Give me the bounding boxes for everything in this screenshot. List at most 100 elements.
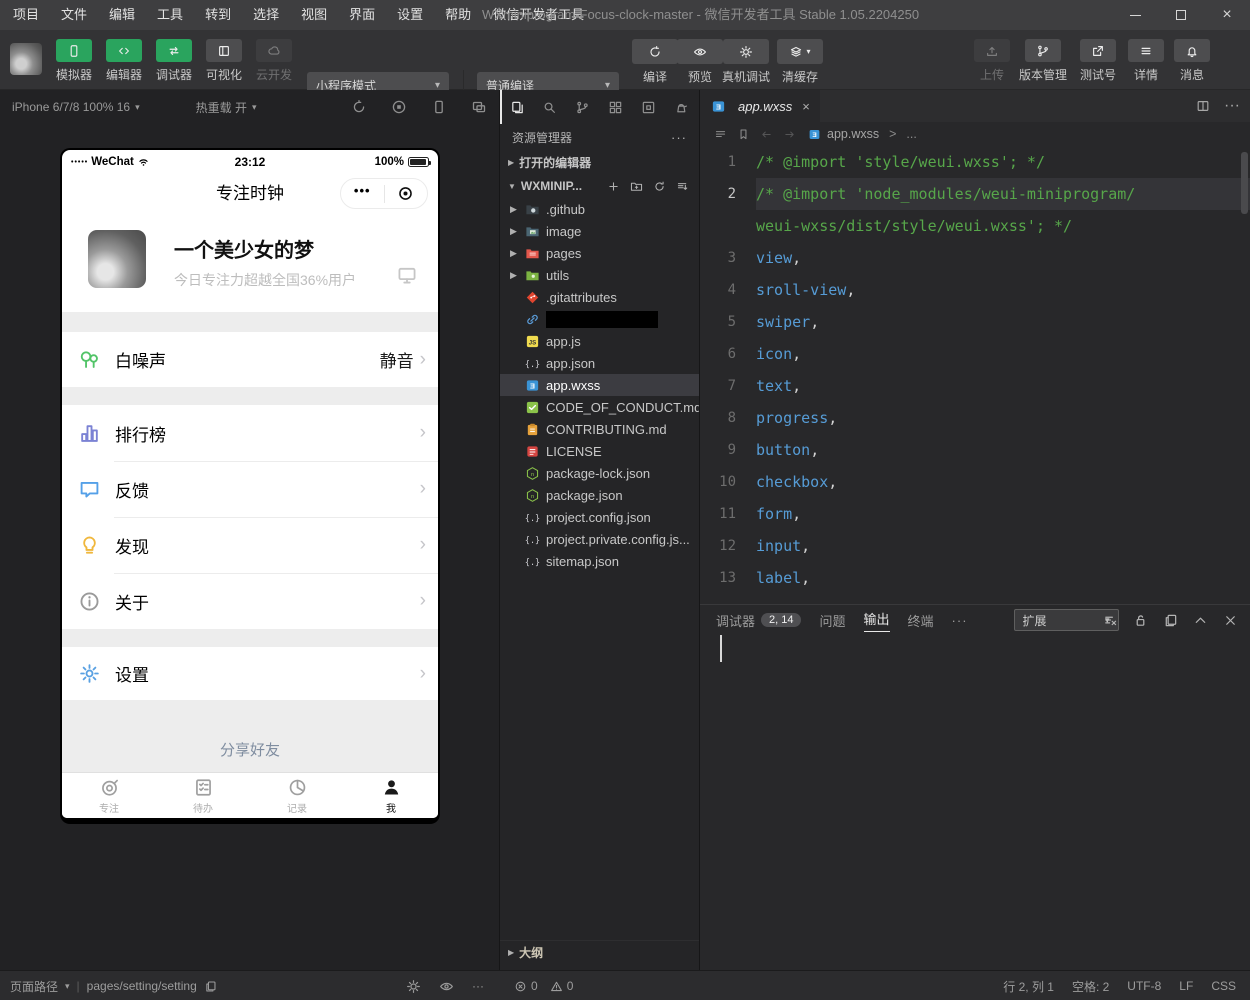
file-row-.gitattributes[interactable]: .gitattributes xyxy=(500,286,699,308)
code-line-2[interactable]: 2/* @import 'node_modules/weui-miniprogr… xyxy=(700,178,1250,210)
page-path-label[interactable]: 页面路径 xyxy=(10,978,58,995)
menu-item-4[interactable]: 转到 xyxy=(194,0,242,30)
minimize-button[interactable] xyxy=(1112,0,1158,30)
open-editors-section[interactable]: ▶ 打开的编辑器 xyxy=(500,150,699,174)
menu-item-7[interactable]: 界面 xyxy=(338,0,386,30)
debug-tab-2[interactable]: 输出 xyxy=(864,609,890,632)
menu-item-6[interactable]: 视图 xyxy=(290,0,338,30)
file-row-sitemap.json[interactable]: {.}sitemap.json xyxy=(500,550,699,572)
close-button[interactable]: × xyxy=(1204,0,1250,30)
outline-list-icon[interactable] xyxy=(714,128,727,141)
file-row-image[interactable]: ▶image xyxy=(500,220,699,242)
menu-item-9[interactable]: 帮助 xyxy=(434,0,482,30)
copy-icon[interactable] xyxy=(1163,613,1178,628)
tabbar-item-3[interactable]: 我 xyxy=(344,773,438,818)
code-line-8[interactable]: 8progress, xyxy=(700,402,1250,434)
toolbar-button-3[interactable]: 可视化 xyxy=(200,39,248,83)
code-line-9[interactable]: 9button, xyxy=(700,434,1250,466)
menu-item-3[interactable]: 关于› xyxy=(62,573,438,629)
file-row-utils[interactable]: ▶utils xyxy=(500,264,699,286)
editor-scrollbar[interactable] xyxy=(1241,152,1248,214)
action-button-2[interactable]: 真机调试 xyxy=(718,39,774,85)
right-button-3[interactable]: 详情 xyxy=(1122,39,1170,83)
device-frame-icon[interactable] xyxy=(431,99,447,115)
status-item-4[interactable]: CSS xyxy=(1211,979,1236,993)
action-button-3[interactable]: ▾清缓存 xyxy=(772,39,828,85)
right-button-2[interactable]: 测试号 xyxy=(1074,39,1122,83)
ellipsis-icon[interactable]: ··· xyxy=(952,613,968,628)
page-path-value[interactable]: pages/setting/setting xyxy=(87,979,197,993)
menu-item-2[interactable]: 编辑 xyxy=(98,0,146,30)
copy-path-icon[interactable] xyxy=(204,980,217,993)
statusbar-problems[interactable]: 0 0 xyxy=(500,971,700,1000)
tabbar-item-2[interactable]: 记录 xyxy=(250,773,344,818)
code-line-1[interactable]: 1/* @import 'style/weui.wxss'; */ xyxy=(700,146,1250,178)
debug-tab-1[interactable]: 问题 xyxy=(819,611,845,630)
menu-item-8[interactable]: 设置 xyxy=(386,0,434,30)
collapse-all-icon[interactable] xyxy=(676,180,689,193)
file-row-.github[interactable]: ▶.github xyxy=(500,198,699,220)
nav-back-icon[interactable] xyxy=(760,128,773,141)
profile-section[interactable]: 一个美少女的梦 今日专注力超越全国36%用户 xyxy=(62,218,438,312)
more-menu-button[interactable]: ••• xyxy=(341,179,384,208)
ellipsis-icon[interactable]: ··· xyxy=(671,130,687,145)
code-line-7[interactable]: 7text, xyxy=(700,370,1250,402)
toolbar-button-2[interactable]: 调试器 xyxy=(150,39,198,83)
menu-item-1[interactable]: 反馈› xyxy=(62,461,438,517)
file-row-app.wxss[interactable]: Ǝapp.wxss xyxy=(500,374,699,396)
teapot-icon[interactable] xyxy=(665,90,698,124)
menu-item-0[interactable]: 排行榜› xyxy=(62,405,438,461)
ellipsis-icon[interactable]: ··· xyxy=(1224,97,1240,115)
file-row-LICENSE[interactable]: LICENSE xyxy=(500,440,699,462)
file-row-app.json[interactable]: {.}app.json xyxy=(500,352,699,374)
record-icon[interactable] xyxy=(391,99,407,115)
menu-item-5[interactable]: 选择 xyxy=(242,0,290,30)
close-icon[interactable]: × xyxy=(802,99,810,114)
project-root[interactable]: ▼ WXMINIP... xyxy=(500,174,699,198)
code-line-12[interactable]: 12input, xyxy=(700,530,1250,562)
outline-section[interactable]: ▶ 大纲 xyxy=(500,940,699,964)
split-editor-icon[interactable] xyxy=(1196,99,1210,113)
debug-tab-0[interactable]: 调试器2, 14 xyxy=(716,611,801,630)
menu-item-2[interactable]: 发现› xyxy=(62,517,438,573)
right-button-4[interactable]: 消息 xyxy=(1168,39,1216,83)
bug-icon[interactable] xyxy=(406,979,421,994)
exit-target-button[interactable] xyxy=(385,179,428,208)
code-editor[interactable]: 1/* @import 'style/weui.wxss'; */2/* @im… xyxy=(700,146,1250,604)
status-item-1[interactable]: 空格: 2 xyxy=(1072,978,1109,995)
new-file-icon[interactable] xyxy=(607,180,620,193)
screencast-icon[interactable] xyxy=(396,264,418,286)
debug-tab-3[interactable]: 终端 xyxy=(908,611,934,630)
multi-device-icon[interactable] xyxy=(471,99,487,115)
code-line-5[interactable]: 5swiper, xyxy=(700,306,1250,338)
file-row-package.json[interactable]: npackage.json xyxy=(500,484,699,506)
clear-output-icon[interactable] xyxy=(1103,613,1118,628)
git-icon[interactable] xyxy=(566,90,599,124)
code-line-10[interactable]: 10checkbox, xyxy=(700,466,1250,498)
tabbar-item-1[interactable]: 待办 xyxy=(156,773,250,818)
file-row-app.js[interactable]: JSapp.js xyxy=(500,330,699,352)
file-row-CONTRIBUTING.md[interactable]: CONTRIBUTING.md xyxy=(500,418,699,440)
code-line-13[interactable]: 13label, xyxy=(700,562,1250,594)
file-row-project.config.json[interactable]: {.}project.config.json xyxy=(500,506,699,528)
profile-avatar[interactable] xyxy=(88,230,146,288)
user-avatar[interactable] xyxy=(10,43,42,75)
file-row-redacted[interactable] xyxy=(500,308,699,330)
maximize-button[interactable] xyxy=(1158,0,1204,30)
breadcrumb-more[interactable]: ... xyxy=(906,127,916,141)
device-selector[interactable]: iPhone 6/7/8 100% 16 ▾ xyxy=(12,100,140,114)
code-line-wrap[interactable]: weui-wxss/dist/style/weui.wxss'; */ xyxy=(700,210,1250,242)
code-line-3[interactable]: 3view, xyxy=(700,242,1250,274)
status-item-2[interactable]: UTF-8 xyxy=(1127,979,1161,993)
close-icon[interactable] xyxy=(1223,613,1238,628)
bookmark-icon[interactable] xyxy=(737,128,750,141)
tab-app-wxss[interactable]: Ǝ app.wxss × xyxy=(700,90,820,122)
ellipsis-icon[interactable]: ··· xyxy=(472,979,484,993)
toolbar-button-0[interactable]: 模拟器 xyxy=(50,39,98,83)
right-button-1[interactable]: 版本管理 xyxy=(1014,39,1072,83)
menu-item-0[interactable]: 项目 xyxy=(2,0,50,30)
share-friends-button[interactable]: 分享好友 xyxy=(220,739,280,760)
unlock-icon[interactable] xyxy=(1133,613,1148,628)
files-icon[interactable] xyxy=(500,90,533,124)
menu-item-1[interactable]: 文件 xyxy=(50,0,98,30)
